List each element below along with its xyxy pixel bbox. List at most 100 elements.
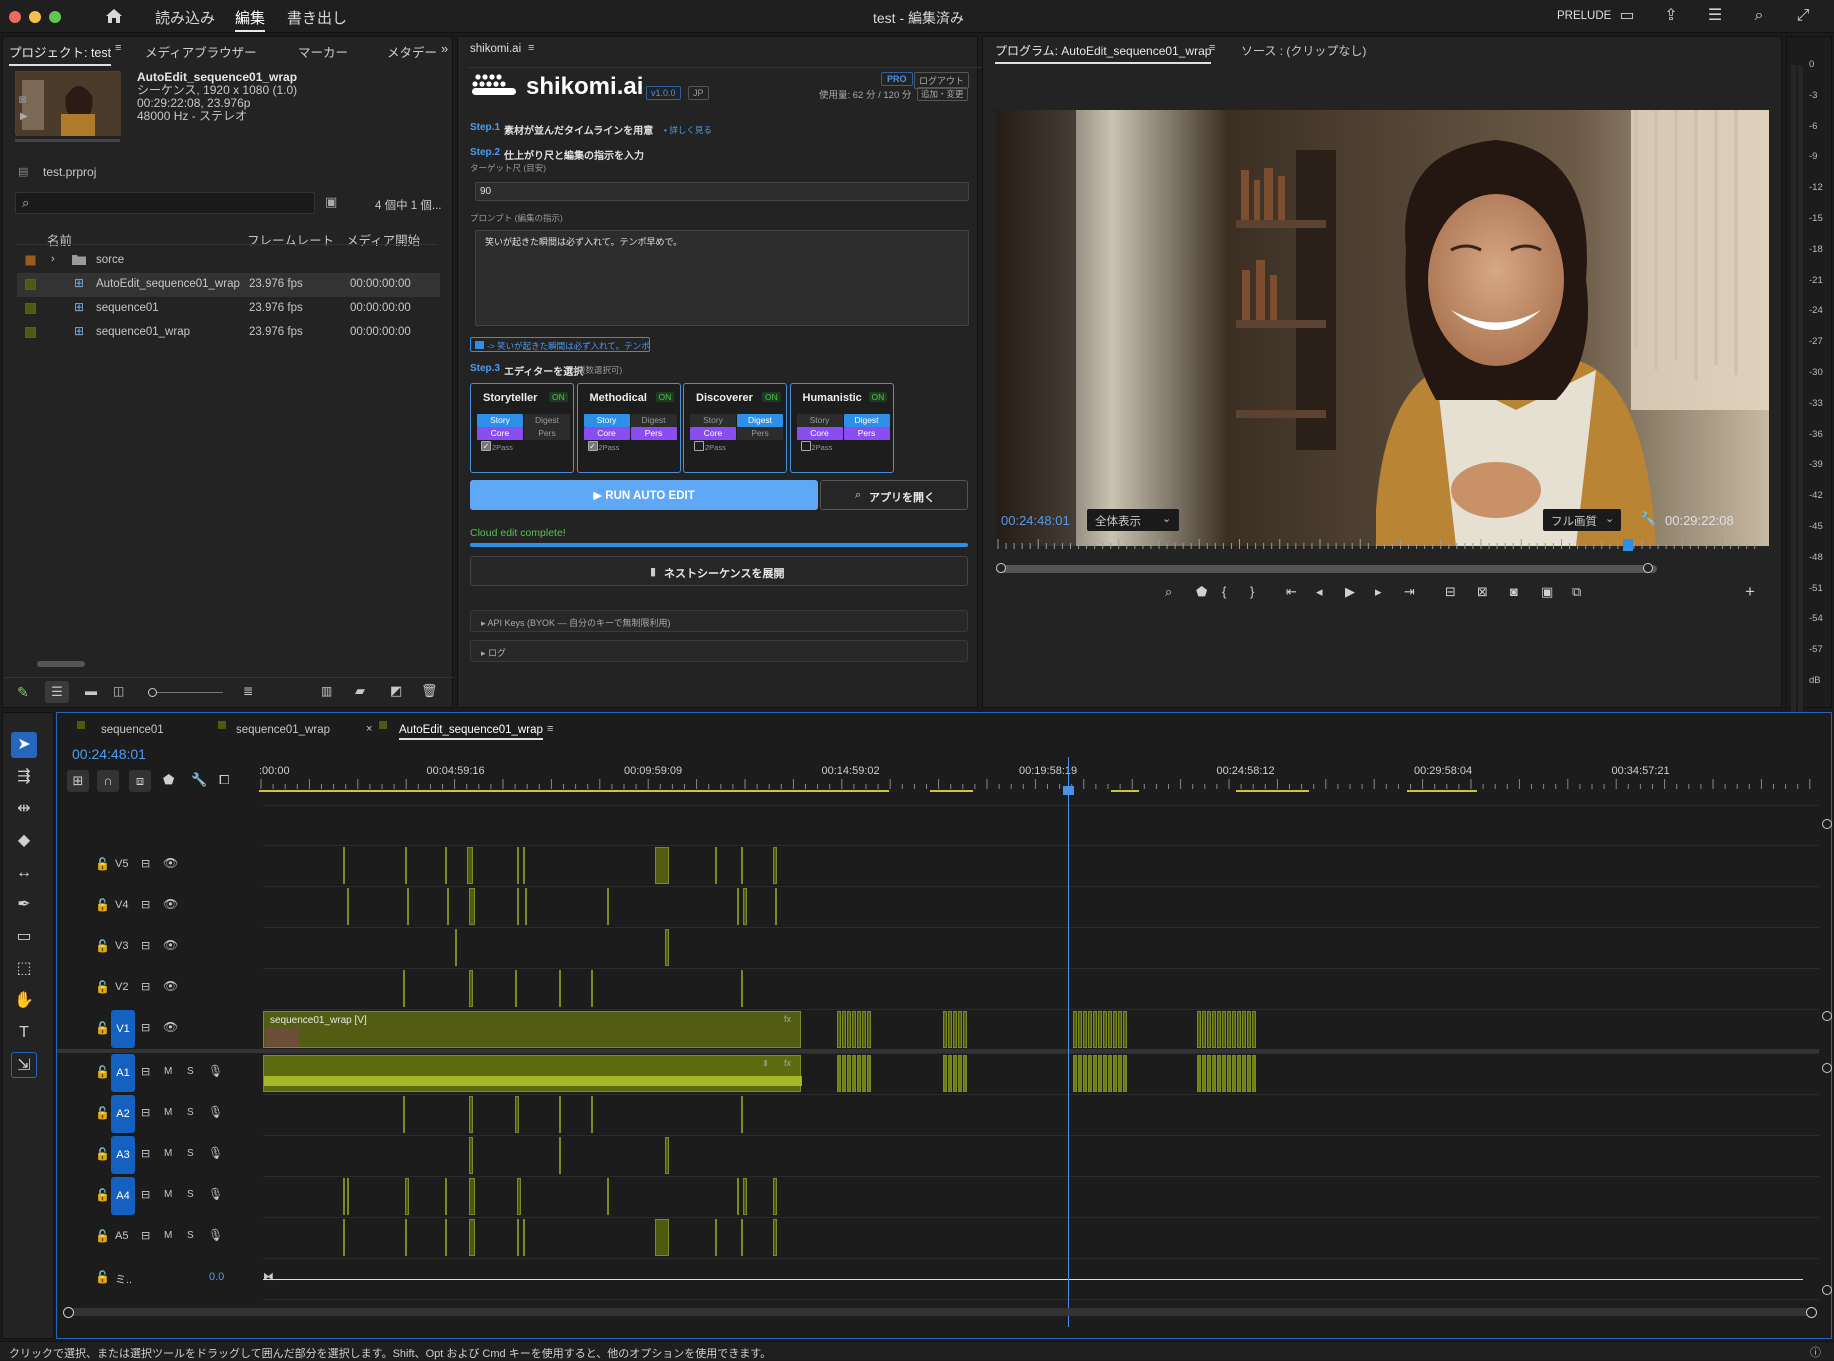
audio-clip[interactable] bbox=[1232, 1055, 1236, 1092]
video-clip[interactable] bbox=[469, 970, 473, 1007]
usage-change-button[interactable]: 追加・変更 bbox=[917, 87, 968, 101]
sort-icon[interactable]: ≣ bbox=[243, 684, 253, 698]
editor-pers-toggle[interactable]: Pers bbox=[524, 427, 570, 440]
audio-clip[interactable] bbox=[852, 1055, 856, 1092]
video-clip[interactable] bbox=[741, 847, 743, 884]
menu-icon[interactable]: ≡ bbox=[115, 42, 121, 54]
eye-icon[interactable]: 👁 bbox=[163, 856, 178, 870]
tab-project[interactable]: プロジェクト: test bbox=[9, 42, 112, 66]
video-clip[interactable] bbox=[665, 929, 669, 966]
lock-icon[interactable]: 🔓 bbox=[95, 1065, 110, 1079]
mix-end-icon[interactable]: ⧓ bbox=[263, 1270, 274, 1283]
zoom-window-button[interactable] bbox=[49, 11, 61, 23]
zoom-bar-right-handle[interactable] bbox=[1806, 1307, 1817, 1318]
audio-clip[interactable] bbox=[1113, 1055, 1117, 1092]
tab-media-browser[interactable]: メディアブラウザー bbox=[145, 42, 257, 61]
panel-layout-icon[interactable]: ▭ bbox=[1617, 6, 1637, 26]
video-clip[interactable] bbox=[1202, 1011, 1206, 1048]
wrench-icon[interactable]: 🔧 bbox=[1640, 511, 1656, 527]
video-clip[interactable] bbox=[445, 847, 447, 884]
a-scroll-bottom-handle[interactable] bbox=[1822, 1285, 1832, 1295]
editor-digest-toggle[interactable]: Digest bbox=[630, 414, 677, 427]
audio-clip[interactable] bbox=[1242, 1055, 1246, 1092]
editor-on-badge[interactable]: ON bbox=[762, 392, 781, 402]
editor-pers-toggle[interactable]: Pers bbox=[843, 427, 890, 440]
video-clip[interactable] bbox=[1078, 1011, 1082, 1048]
lock-icon[interactable]: 🔓 bbox=[95, 1021, 110, 1035]
video-clip[interactable] bbox=[405, 847, 407, 884]
video-clip[interactable] bbox=[515, 970, 517, 1007]
video-clip[interactable] bbox=[1103, 1011, 1107, 1048]
hand-tool-icon[interactable]: ✋ bbox=[11, 988, 37, 1014]
mix-volume[interactable]: 0.0 bbox=[209, 1271, 224, 1283]
video-clip[interactable] bbox=[862, 1011, 866, 1048]
editor-on-badge[interactable]: ON bbox=[549, 392, 568, 402]
audio-clip[interactable] bbox=[1207, 1055, 1211, 1092]
audio-clip[interactable] bbox=[1217, 1055, 1221, 1092]
editor-story-toggle[interactable]: Story bbox=[796, 414, 843, 427]
mix-volume-line[interactable] bbox=[263, 1279, 1803, 1280]
type-tool-icon[interactable]: T bbox=[11, 1020, 37, 1046]
audio-clip[interactable] bbox=[517, 1178, 521, 1215]
ripple-edit-tool-icon[interactable]: ⇹ bbox=[11, 796, 37, 822]
zoom-select[interactable]: 全体表示 ⌄ bbox=[1087, 509, 1179, 531]
video-clip[interactable] bbox=[1227, 1011, 1231, 1048]
play-thumbnail-icon[interactable]: ▶ bbox=[20, 111, 28, 122]
mark-out-icon[interactable]: } bbox=[1250, 584, 1254, 599]
video-clip[interactable] bbox=[1237, 1011, 1241, 1048]
video-clip[interactable] bbox=[455, 929, 457, 966]
video-clip[interactable] bbox=[715, 847, 717, 884]
insert-sequence-icon[interactable]: ⊞ bbox=[67, 770, 89, 792]
tab-sequence01-wrap[interactable]: sequence01_wrap bbox=[236, 724, 330, 736]
audio-clip[interactable] bbox=[1247, 1055, 1251, 1092]
col-media-start[interactable]: メディア開始 bbox=[346, 230, 420, 249]
zoom-slider-handle[interactable] bbox=[148, 688, 157, 697]
sync-lock-icon[interactable]: ⊟ bbox=[141, 1147, 150, 1160]
frame-tool-icon[interactable]: ⬚ bbox=[11, 956, 37, 982]
timeline-timecode[interactable]: 00:24:48:01 bbox=[72, 746, 146, 762]
audio-clip[interactable] bbox=[1197, 1055, 1201, 1092]
video-clip[interactable] bbox=[591, 970, 593, 1007]
tab-shikomi[interactable]: shikomi.ai bbox=[470, 43, 521, 55]
zoom-slider[interactable] bbox=[151, 692, 223, 693]
video-clip[interactable] bbox=[517, 847, 519, 884]
automate-icon[interactable]: ▥ bbox=[321, 684, 332, 698]
sync-lock-icon[interactable]: ⊟ bbox=[141, 1229, 150, 1242]
tab-markers[interactable]: マーカー bbox=[298, 42, 348, 61]
tab-source[interactable]: ソース : (クリップなし) bbox=[1241, 42, 1366, 59]
new-bin-from-search-icon[interactable]: ▣ bbox=[325, 194, 337, 210]
workspaces-icon[interactable]: ☰ bbox=[1705, 6, 1725, 26]
audio-clip[interactable] bbox=[1237, 1055, 1241, 1092]
run-auto-edit-button[interactable]: ▶ RUN AUTO EDIT bbox=[470, 480, 818, 510]
poster-frame-icon[interactable]: ◙ bbox=[19, 92, 26, 106]
audio-clip[interactable] bbox=[1088, 1055, 1092, 1092]
preset-chip[interactable]: -> 笑いが起きた瞬間は必ず入れて。テンポ bbox=[470, 337, 650, 352]
video-clip[interactable] bbox=[559, 970, 561, 1007]
slip-tool-icon[interactable]: ↔ bbox=[11, 860, 37, 886]
video-clip[interactable] bbox=[1252, 1011, 1256, 1048]
editor-card[interactable]: Storyteller ON Story Digest Core Pers ✓ 2Pass bbox=[470, 383, 574, 473]
editor-digest-toggle[interactable]: Digest bbox=[737, 414, 783, 427]
audio-clip[interactable] bbox=[655, 1219, 669, 1256]
list-item[interactable]: ⊞ sequence01_wrap 23.976 fps 00:00:00:00 bbox=[17, 321, 440, 345]
sync-lock-icon[interactable]: ⊟ bbox=[141, 939, 150, 952]
col-name[interactable]: 名前 bbox=[47, 230, 72, 249]
label-swatch[interactable] bbox=[25, 303, 36, 314]
solo-button[interactable]: S bbox=[187, 1230, 194, 1241]
label-swatch[interactable] bbox=[25, 327, 36, 338]
audio-clip[interactable] bbox=[1083, 1055, 1087, 1092]
video-clip[interactable] bbox=[1093, 1011, 1097, 1048]
audio-clip[interactable] bbox=[1123, 1055, 1127, 1092]
timeline-zoom-bar[interactable] bbox=[65, 1308, 1817, 1316]
search-help-icon[interactable]: ⌕ bbox=[1749, 6, 1769, 26]
audio-clip[interactable] bbox=[862, 1055, 866, 1092]
audio-clip[interactable] bbox=[665, 1137, 669, 1174]
magnify-icon[interactable]: ⌕ bbox=[1165, 584, 1172, 600]
video-clip[interactable] bbox=[1098, 1011, 1102, 1048]
video-clip[interactable] bbox=[1217, 1011, 1221, 1048]
video-clip[interactable] bbox=[948, 1011, 952, 1048]
editor-on-badge[interactable]: ON bbox=[655, 392, 675, 402]
remix-tool-icon[interactable]: ⇲ bbox=[11, 1052, 37, 1078]
info-icon[interactable]: ⓘ bbox=[1810, 1344, 1821, 1360]
freeform-view-icon[interactable]: ◫ bbox=[113, 684, 124, 698]
